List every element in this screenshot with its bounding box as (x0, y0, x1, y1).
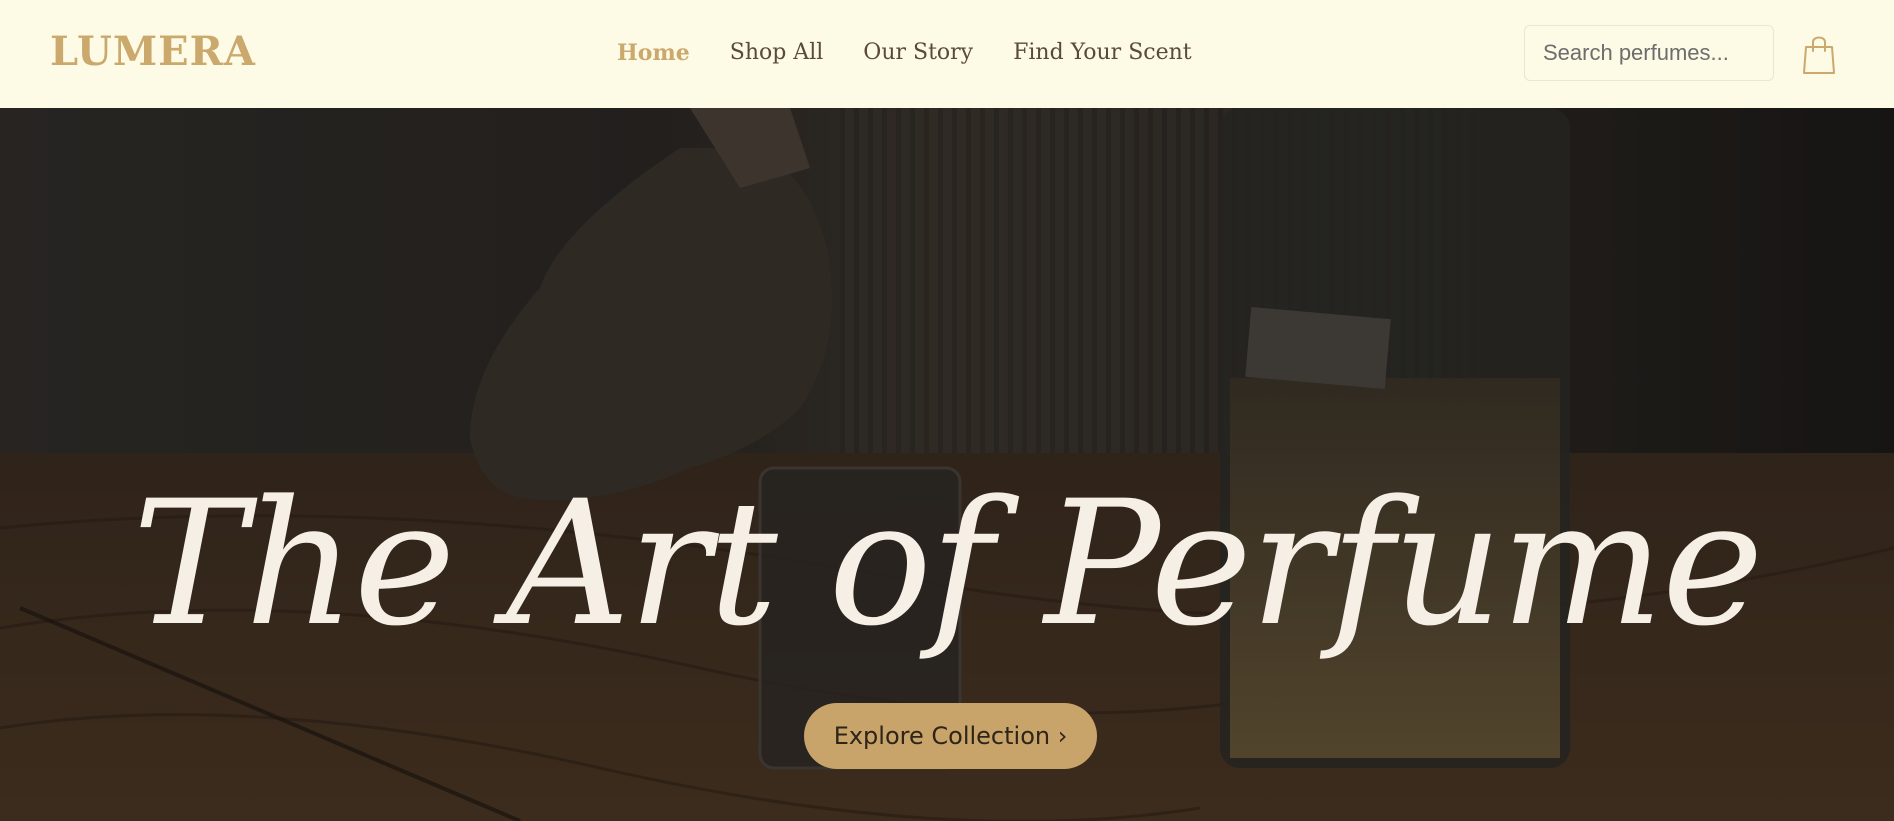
search-input[interactable] (1524, 25, 1774, 81)
nav-item-find-your-scent[interactable]: Find Your Scent (1013, 40, 1192, 66)
explore-collection-button[interactable]: Explore Collection › (804, 703, 1097, 769)
hero-section: The Art of Perfume Explore Collection › (0, 108, 1894, 821)
shopping-bag-icon[interactable] (1802, 33, 1836, 75)
main-nav: Home Shop All Our Story Find Your Scent (617, 40, 1192, 66)
nav-item-home[interactable]: Home (617, 40, 690, 66)
hero-title: The Art of Perfume (132, 463, 1763, 664)
nav-item-our-story[interactable]: Our Story (863, 40, 973, 66)
site-header: LUMERA Home Shop All Our Story Find Your… (0, 0, 1894, 108)
brand-logo[interactable]: LUMERA (50, 28, 256, 75)
nav-item-shop-all[interactable]: Shop All (730, 40, 824, 66)
